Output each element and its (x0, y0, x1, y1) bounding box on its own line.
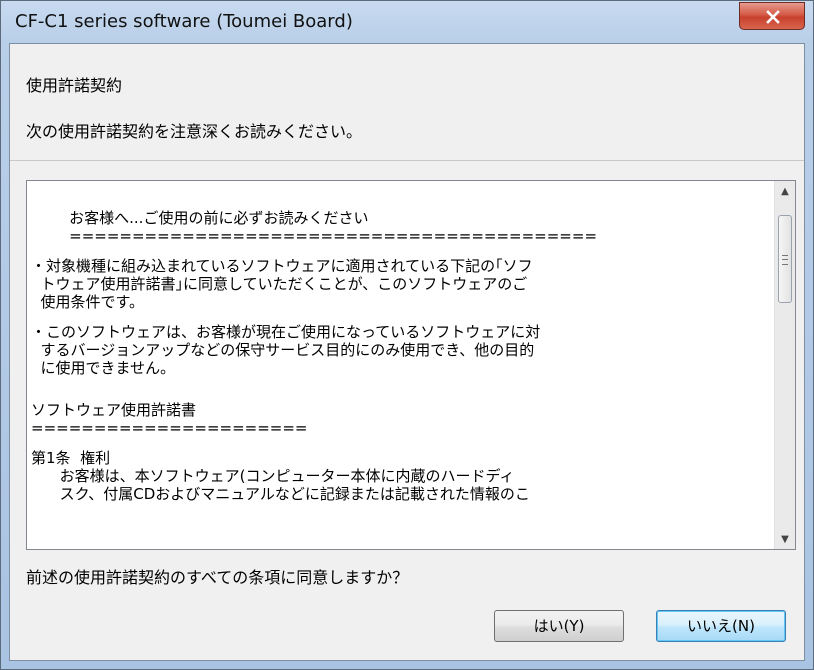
vertical-scrollbar[interactable]: ▲ ▼ (774, 181, 795, 549)
close-icon (766, 10, 780, 24)
license-line: 使用条件です。 (31, 293, 145, 311)
license-line: するバージョンアップなどの保守サービス目的にのみ使用でき、他の目的 (31, 341, 535, 359)
license-blank-line (31, 311, 771, 323)
page-subtitle: 次の使用許諾契約を注意深くお読みください。 (26, 122, 363, 141)
scroll-thumb[interactable] (778, 215, 792, 303)
no-button[interactable]: いいえ(N) (656, 610, 786, 642)
license-line: に使用できません。 (31, 359, 176, 377)
license-line: ・このソフトウェアは、お客様が現在ご使用になっているソフトウェアに対 (31, 323, 541, 341)
license-blank-line (31, 245, 771, 257)
window-title: CF-C1 series software (Toumei Board) (15, 11, 353, 32)
license-line: 第1条 権利 (31, 449, 111, 467)
license-dialog-window: CF-C1 series software (Toumei Board) 使用許… (0, 0, 814, 670)
license-line: お客様は、本ソフトウェア(コンピューター本体に内蔵のハードディ (31, 467, 515, 485)
license-text: お客様へ...ご使用の前に必ずお読みください =================… (31, 209, 771, 503)
license-text-area[interactable]: お客様へ...ご使用の前に必ずお読みください =================… (26, 180, 796, 550)
license-line: お客様へ...ご使用の前に必ずお読みください (31, 209, 369, 227)
license-line: ソフトウェア使用許諾書 (31, 401, 197, 419)
scroll-up-arrow-icon[interactable]: ▲ (775, 181, 795, 201)
header-separator (10, 160, 804, 161)
title-bar[interactable]: CF-C1 series software (Toumei Board) (1, 1, 813, 43)
license-blank-line (31, 437, 771, 449)
scroll-down-arrow-icon[interactable]: ▼ (775, 529, 795, 549)
license-line: トウェア使用許諾書｣に同意していただくことが、このソフトウェアのご (31, 275, 528, 293)
agreement-question: 前述の使用許諾契約のすべての条項に同意しますか？ (26, 568, 409, 587)
license-blank-line (31, 377, 771, 389)
license-blank-line (31, 389, 771, 401)
dialog-client-area: 使用許諾契約 次の使用許諾契約を注意深くお読みください。 お客様へ...ご使用の… (9, 43, 805, 661)
page-title: 使用許諾契約 (26, 76, 123, 95)
scroll-grip-icon (782, 255, 788, 265)
license-line: スク、付属CDおよびマニュアルなどに記録または記載された情報のこ (31, 485, 530, 503)
close-button[interactable] (739, 2, 805, 30)
license-line: ====================== (31, 419, 308, 437)
yes-button[interactable]: はい(Y) (494, 610, 624, 642)
license-line: ・対象機種に組み込まれているソフトウェアに適用されている下記の｢ソフ (31, 257, 533, 275)
license-line: ========================================… (31, 227, 598, 245)
